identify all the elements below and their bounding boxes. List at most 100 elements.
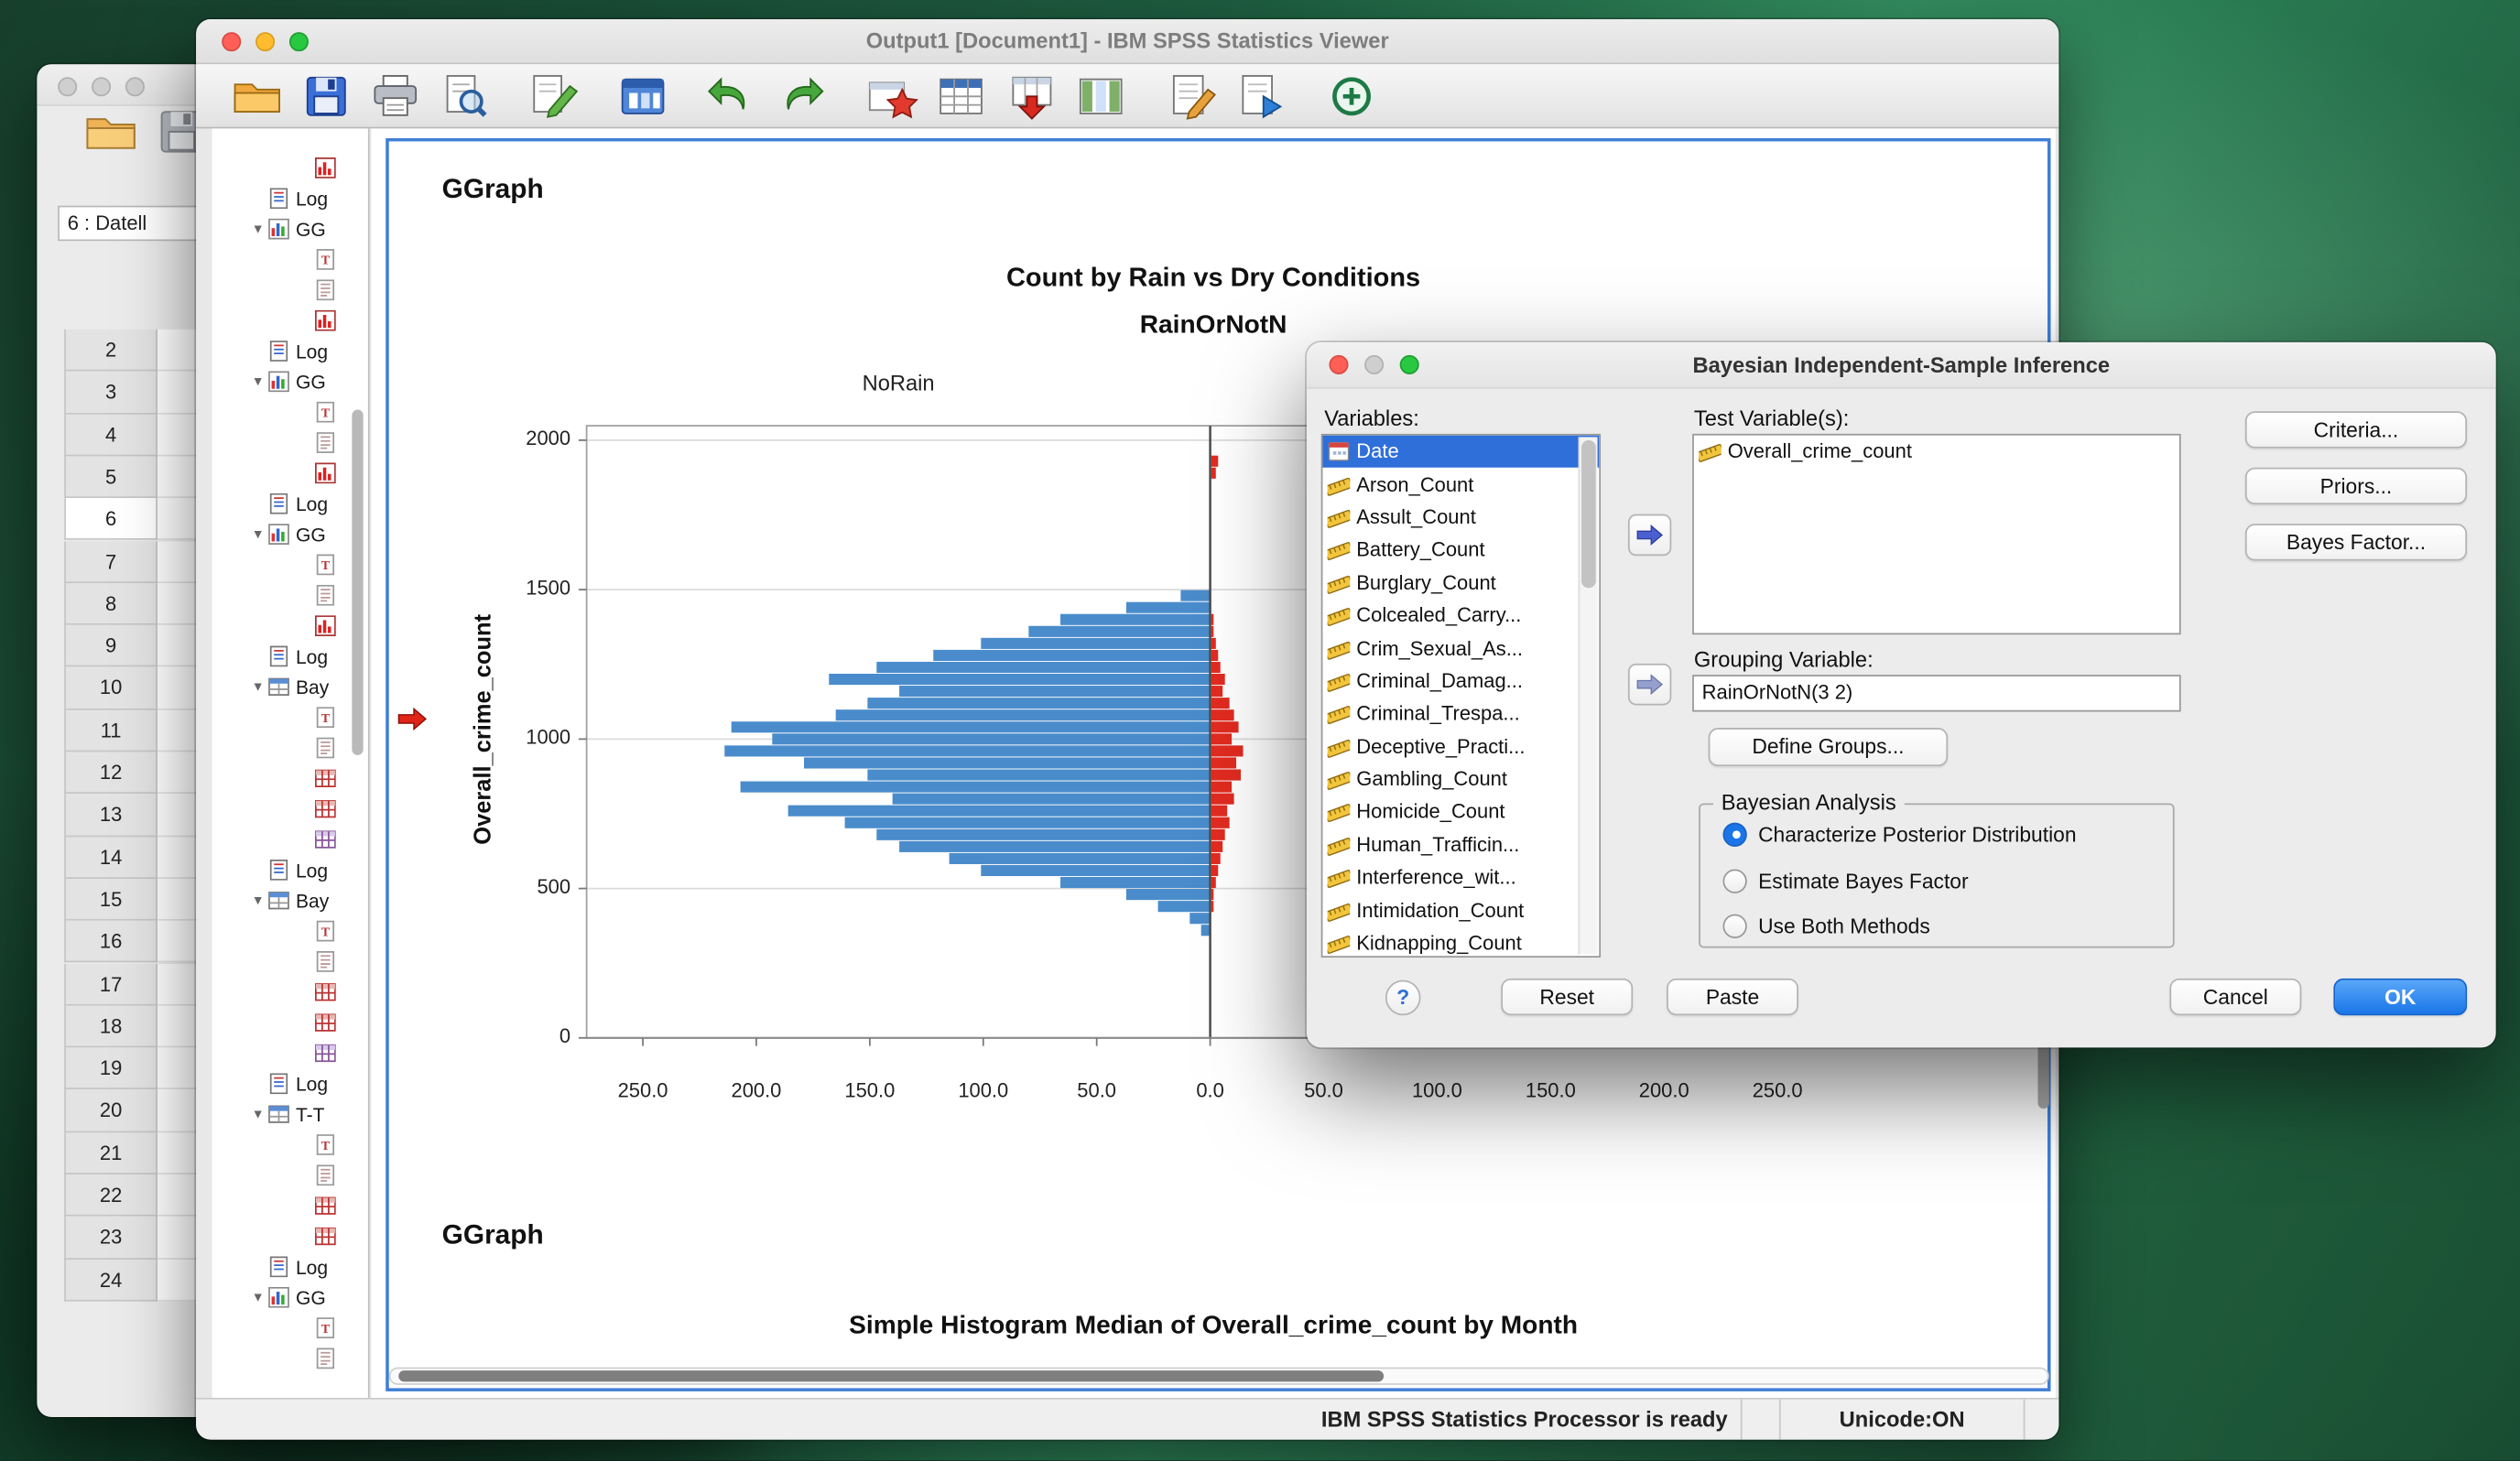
- scrollbar-thumb[interactable]: [352, 409, 364, 755]
- grouping-variable-field[interactable]: RainOrNotN(3 2): [1692, 675, 2181, 712]
- radio-button[interactable]: [1722, 868, 1747, 893]
- variable-item[interactable]: Criminal_Trespa...: [1322, 698, 1599, 730]
- run-script-button[interactable]: [1233, 70, 1287, 122]
- row-header[interactable]: 10: [64, 667, 158, 710]
- row-header[interactable]: 16: [64, 921, 158, 964]
- export-button[interactable]: [526, 70, 581, 122]
- variable-item[interactable]: Burglary_Count: [1322, 567, 1599, 600]
- help-button[interactable]: ?: [1385, 979, 1421, 1016]
- outline-item[interactable]: [212, 275, 368, 305]
- row-header[interactable]: 2: [64, 329, 158, 372]
- bayesfactor-button[interactable]: Bayes Factor...: [2244, 524, 2468, 561]
- outline-item[interactable]: [212, 732, 368, 763]
- show-variables-button[interactable]: [1073, 70, 1128, 122]
- outline-item[interactable]: [212, 977, 368, 1007]
- zoom-button[interactable]: [1399, 354, 1419, 374]
- row-header[interactable]: 24: [64, 1259, 158, 1302]
- open-button[interactable]: [230, 70, 285, 122]
- outline-item[interactable]: T: [212, 702, 368, 732]
- outline-item[interactable]: [212, 305, 368, 335]
- use-variable-sets-button[interactable]: [1003, 70, 1058, 122]
- row-header[interactable]: 9: [64, 624, 158, 668]
- outline-item-log[interactable]: Log: [212, 855, 368, 885]
- viewer-titlebar[interactable]: Output1 [Document1] - IBM SPSS Statistic…: [196, 19, 2059, 65]
- variable-item[interactable]: Kidnapping_Count: [1322, 926, 1599, 956]
- close-button[interactable]: [1329, 354, 1349, 374]
- outline-item[interactable]: [212, 1160, 368, 1190]
- row-header[interactable]: 12: [64, 752, 158, 795]
- expander-icon[interactable]: ▼: [247, 679, 268, 694]
- outline-item[interactable]: [212, 580, 368, 611]
- variable-item[interactable]: Crim_Sexual_As...: [1322, 632, 1599, 665]
- outline-item-log[interactable]: Log: [212, 641, 368, 671]
- recall-dialogs-button[interactable]: [615, 70, 670, 122]
- outline-scrollbar[interactable]: [351, 128, 367, 1398]
- radio-option-characterize-posterior-distribution[interactable]: Characterize Posterior Distribution: [1722, 817, 2077, 850]
- variable-item[interactable]: Colcealed_Carry...: [1322, 600, 1599, 633]
- dialog-titlebar[interactable]: Bayesian Independent-Sample Inference: [1306, 341, 2496, 389]
- outline-item[interactable]: [212, 427, 368, 458]
- row-header[interactable]: 23: [64, 1217, 158, 1260]
- radio-option-use-both-methods[interactable]: Use Both Methods: [1722, 909, 1930, 941]
- horizontal-scrollbar[interactable]: [388, 1367, 2049, 1385]
- ok-button[interactable]: OK: [2333, 978, 2468, 1016]
- variables-list[interactable]: Date Arson_Count Assult_Count Battery_Count…: [1320, 433, 1602, 958]
- row-header[interactable]: 5: [64, 456, 158, 499]
- row-header[interactable]: 6: [64, 498, 158, 541]
- radio-button[interactable]: [1722, 913, 1747, 938]
- outline-item-bay[interactable]: ▼ Bay: [212, 672, 368, 702]
- outline-item[interactable]: [212, 611, 368, 641]
- priors-button[interactable]: Priors...: [2244, 467, 2468, 505]
- outline-item[interactable]: T: [212, 244, 368, 275]
- expander-icon[interactable]: ▼: [247, 527, 268, 542]
- expander-icon[interactable]: ▼: [247, 1290, 268, 1304]
- variable-item[interactable]: Intimidation_Count: [1322, 894, 1599, 927]
- row-header[interactable]: 20: [64, 1089, 158, 1132]
- outline-item[interactable]: [212, 1007, 368, 1037]
- outline-item-gg[interactable]: ▼ GG: [212, 519, 368, 549]
- row-header[interactable]: 3: [64, 371, 158, 415]
- variable-item[interactable]: Battery_Count: [1322, 534, 1599, 567]
- outline-item[interactable]: T: [212, 1130, 368, 1160]
- variable-item[interactable]: Interference_wit...: [1322, 861, 1599, 894]
- save-button[interactable]: [299, 70, 353, 122]
- zoom-button[interactable]: [125, 77, 145, 97]
- row-header[interactable]: 14: [64, 836, 158, 879]
- outline-item-log[interactable]: Log: [212, 336, 368, 366]
- expander-icon[interactable]: ▼: [247, 374, 268, 389]
- variable-item[interactable]: Human_Trafficin...: [1322, 828, 1599, 861]
- print-button[interactable]: [368, 70, 423, 122]
- outline-item-log[interactable]: Log: [212, 1251, 368, 1282]
- row-header[interactable]: 18: [64, 1005, 158, 1048]
- print-preview-button[interactable]: [437, 70, 492, 122]
- outline-item-gg[interactable]: ▼ GG: [212, 1282, 368, 1313]
- cancel-button[interactable]: Cancel: [2169, 978, 2302, 1016]
- outline-item[interactable]: [212, 1343, 368, 1373]
- variable-item[interactable]: Assult_Count: [1322, 501, 1599, 534]
- goto-case-button[interactable]: [864, 70, 919, 122]
- variable-item[interactable]: Homicide_Count: [1322, 795, 1599, 828]
- test-variables-list[interactable]: Overall_crime_count: [1692, 433, 2181, 635]
- radio-button[interactable]: [1722, 821, 1747, 847]
- outline-item-log[interactable]: Log: [212, 489, 368, 519]
- outline-item-gg[interactable]: ▼ GG: [212, 366, 368, 396]
- outline-item-log[interactable]: Log: [212, 183, 368, 213]
- move-to-test-button[interactable]: [1627, 514, 1672, 557]
- variable-item[interactable]: Date: [1322, 435, 1600, 469]
- row-header[interactable]: 7: [64, 540, 158, 583]
- outline-item[interactable]: [212, 1038, 368, 1068]
- reset-button[interactable]: Reset: [1501, 978, 1634, 1016]
- outline-item[interactable]: [212, 1221, 368, 1251]
- scrollbar-thumb[interactable]: [398, 1370, 1385, 1382]
- radio-option-estimate-bayes-factor[interactable]: Estimate Bayes Factor: [1722, 864, 1969, 896]
- define-groups-button[interactable]: Define Groups...: [1708, 728, 1949, 767]
- outline-item[interactable]: T: [212, 397, 368, 427]
- row-header[interactable]: 15: [64, 878, 158, 922]
- paste-button[interactable]: Paste: [1667, 978, 1798, 1016]
- row-header[interactable]: 4: [64, 414, 158, 457]
- insert-heading-button[interactable]: [1164, 70, 1219, 122]
- outline-item[interactable]: [212, 794, 368, 824]
- expander-icon[interactable]: ▼: [247, 222, 268, 236]
- row-header[interactable]: 11: [64, 709, 158, 752]
- minimize-button[interactable]: [92, 77, 112, 97]
